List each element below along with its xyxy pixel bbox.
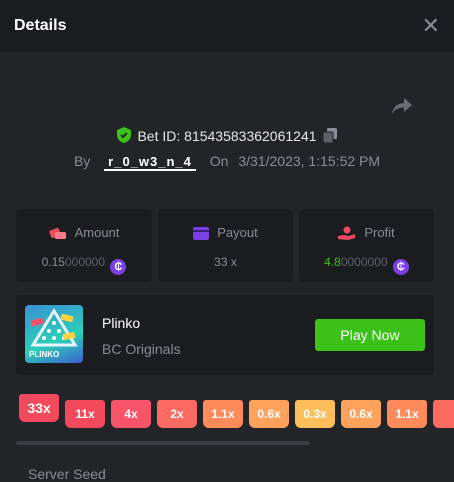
on-label: On [209, 153, 229, 169]
payout-card: Payout 33 x [158, 209, 293, 282]
coin-icon: ₵ [392, 259, 409, 275]
game-name[interactable]: Plinko [102, 315, 140, 331]
multiplier-slot: 1.1x [203, 400, 243, 428]
payout-value: 33 x [214, 255, 237, 269]
multiplier-slot: 11x [65, 400, 105, 428]
amount-value: 0.15 [41, 255, 65, 269]
coin-icon: ₵ [110, 259, 127, 275]
profit-hand-icon [338, 226, 356, 240]
wallet-icon [193, 227, 210, 240]
multiplier-slot: 1.1x [387, 400, 427, 428]
username-link[interactable]: r_0_w3_n_4 [104, 155, 196, 171]
multiplier-slot: 4x [111, 400, 151, 428]
page-title: Details [14, 17, 67, 34]
multiplier-slot: 0.3x [295, 400, 335, 428]
multiplier-slot: 2x [157, 400, 197, 428]
thumbnail-text: PLINKO [29, 350, 60, 359]
amount-card: Amount 0.15000000 ₵ [16, 209, 152, 282]
amount-label: Amount [74, 225, 120, 240]
multiplier-slot: 0.6x [249, 400, 289, 428]
payout-label: Payout [217, 225, 258, 240]
multiplier-row: 33x 11x 4x 2x 1.1x 0.6x 0.3x 0.6x 1.1x [0, 394, 454, 434]
verified-shield-icon [117, 127, 132, 143]
horizontal-scrollbar[interactable] [16, 441, 310, 445]
close-icon[interactable]: ✕ [422, 15, 440, 37]
amount-value-decimals: 000000 [64, 255, 106, 269]
profit-card: Profit 4.80000000 ₵ [299, 209, 434, 282]
bet-author-row: By r_0_w3_n_4 On 3/31/2023, 1:15:52 PM [0, 153, 454, 171]
details-header: Details ✕ [0, 0, 454, 52]
profit-value: 4.8 [324, 255, 341, 269]
profit-label: Profit [364, 225, 395, 240]
profit-value-decimals: 0000000 [340, 255, 388, 269]
game-card: PLINKO Plinko BC Originals Play Now [16, 295, 434, 375]
by-label: By [73, 153, 91, 169]
bet-timestamp: 3/31/2023, 1:15:52 PM [238, 153, 381, 169]
play-now-button[interactable]: Play Now [315, 319, 425, 351]
multiplier-selected: 33x [19, 394, 59, 422]
bet-id: Bet ID: 81543583362061241 [137, 128, 317, 144]
game-provider: BC Originals [102, 341, 181, 357]
copy-icon[interactable] [322, 128, 337, 143]
multiplier-slot: 0.6x [341, 400, 381, 428]
server-seed-label: Server Seed [28, 466, 106, 482]
share-icon[interactable] [391, 96, 413, 116]
bet-chips-icon [48, 227, 66, 239]
multiplier-slot [433, 400, 454, 428]
bet-id-row: Bet ID: 81543583362061241 [0, 127, 454, 144]
game-thumbnail[interactable]: PLINKO [25, 305, 83, 363]
